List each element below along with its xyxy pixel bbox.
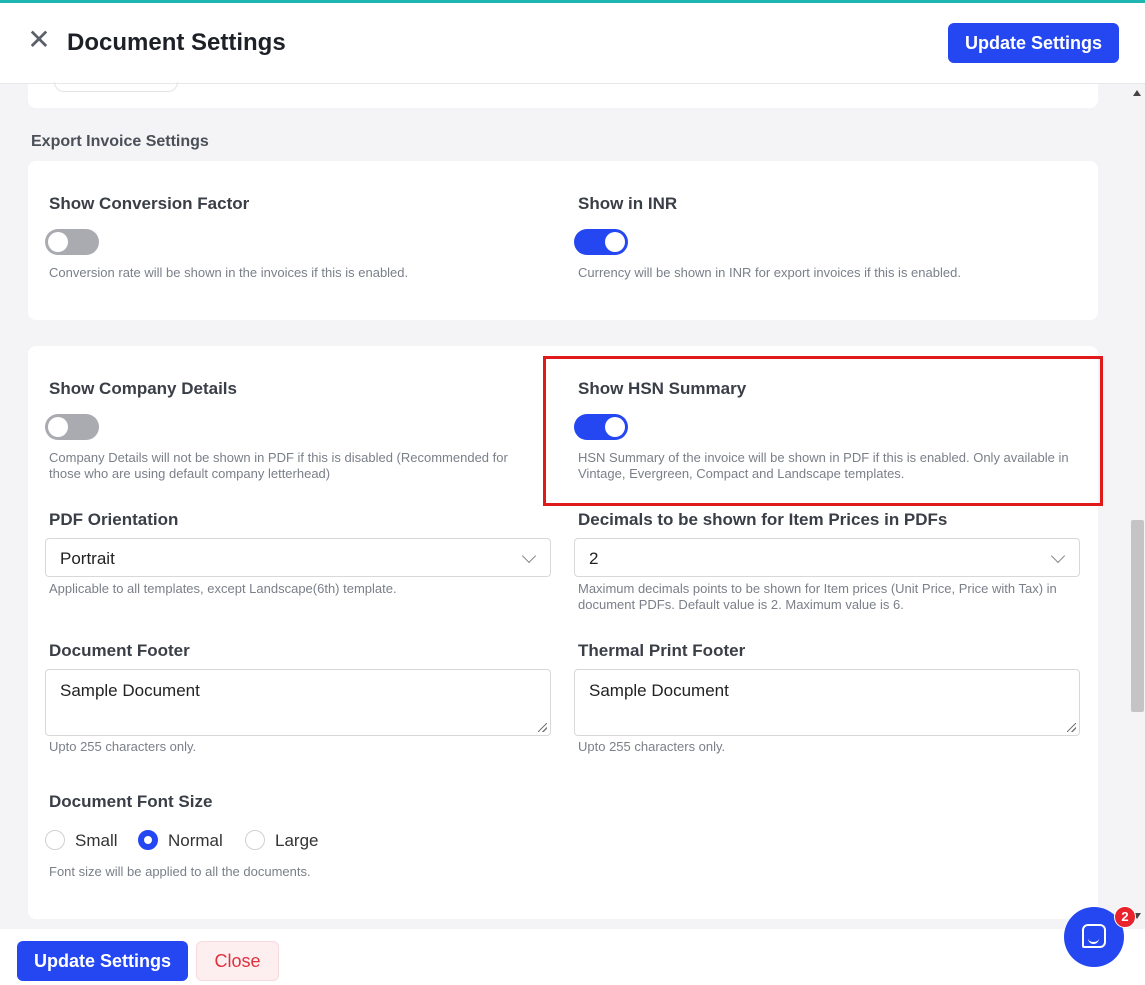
show-in-inr-label: Show in INR xyxy=(578,194,678,213)
thermal-footer-textarea[interactable]: Sample Document xyxy=(574,669,1080,736)
company-details-label: Show Company Details xyxy=(49,379,237,398)
export-settings-card xyxy=(28,161,1098,320)
font-size-option-normal[interactable]: Normal xyxy=(168,831,223,851)
conversion-factor-label: Show Conversion Factor xyxy=(49,194,250,213)
show-in-inr-toggle[interactable] xyxy=(574,229,628,255)
thermal-footer-value: Sample Document xyxy=(589,681,729,700)
pdf-orientation-help: Applicable to all templates, except Land… xyxy=(49,581,397,596)
font-size-radio-small[interactable] xyxy=(45,830,65,850)
scroll-up-arrow-icon[interactable] xyxy=(1133,90,1141,96)
scrollbar-thumb[interactable] xyxy=(1131,520,1144,712)
decimals-help: Maximum decimals points to be shown for … xyxy=(578,581,1057,612)
footer-bar: Update Settings Close xyxy=(0,929,1145,985)
decimals-label: Decimals to be shown for Item Prices in … xyxy=(578,510,948,529)
font-size-label: Document Font Size xyxy=(49,792,213,811)
resize-handle-icon[interactable] xyxy=(1067,723,1076,732)
font-size-radio-large[interactable] xyxy=(245,830,265,850)
export-section-title: Export Invoice Settings xyxy=(31,133,209,150)
chevron-down-icon xyxy=(1050,548,1066,564)
thermal-footer-label: Thermal Print Footer xyxy=(578,641,746,660)
resize-handle-icon[interactable] xyxy=(538,723,547,732)
font-size-help: Font size will be applied to all the doc… xyxy=(49,864,311,879)
previous-settings-card xyxy=(28,82,1098,108)
show-in-inr-help: Currency will be shown in INR for export… xyxy=(578,265,961,280)
close-icon[interactable]: ✕ xyxy=(26,26,52,54)
document-footer-label: Document Footer xyxy=(49,641,190,660)
notification-badge: 2 xyxy=(1114,906,1136,928)
thermal-footer-help: Upto 255 characters only. xyxy=(578,739,726,754)
font-size-radio-normal[interactable] xyxy=(138,830,158,850)
page-title: Document Settings xyxy=(67,29,286,56)
pdf-orientation-select[interactable]: Portrait xyxy=(45,538,551,577)
conversion-factor-help: Conversion rate will be shown in the inv… xyxy=(49,265,409,280)
toggle-knob xyxy=(605,232,625,252)
company-details-help: Company Details will not be shown in PDF… xyxy=(49,450,508,481)
toggle-knob xyxy=(48,232,68,252)
scrollbar[interactable] xyxy=(1130,84,1145,929)
document-footer-textarea[interactable]: Sample Document xyxy=(45,669,551,736)
update-settings-button-bottom[interactable]: Update Settings xyxy=(17,941,188,981)
font-size-option-small[interactable]: Small xyxy=(75,831,118,851)
update-settings-button-top[interactable]: Update Settings xyxy=(948,23,1119,63)
decimals-select[interactable]: 2 xyxy=(574,538,1080,577)
font-size-option-large[interactable]: Large xyxy=(275,831,318,851)
pdf-orientation-value: Portrait xyxy=(60,549,115,568)
previous-field-stub xyxy=(54,82,178,92)
document-footer-help: Upto 255 characters only. xyxy=(49,739,197,754)
header: ✕ Document Settings Update Settings xyxy=(0,3,1145,84)
conversion-factor-toggle[interactable] xyxy=(45,229,99,255)
company-details-toggle[interactable] xyxy=(45,414,99,440)
decimals-value: 2 xyxy=(589,549,599,568)
chevron-down-icon xyxy=(521,548,537,564)
toggle-knob xyxy=(48,417,68,437)
close-button[interactable]: Close xyxy=(196,941,279,981)
pdf-orientation-label: PDF Orientation xyxy=(49,510,179,529)
chat-bubble-icon xyxy=(1082,924,1106,948)
document-footer-value: Sample Document xyxy=(60,681,200,700)
hsn-summary-highlight-box xyxy=(543,356,1103,506)
